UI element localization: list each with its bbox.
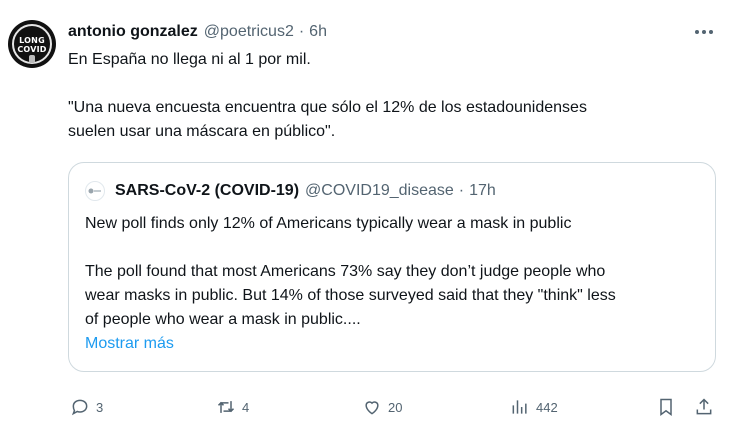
header-separator: · <box>298 23 305 40</box>
quoted-tweet[interactable]: SARS-CoV-2 (COVID-19) @COVID19_disease ·… <box>68 162 716 372</box>
retweet-button[interactable]: 4 <box>216 394 249 420</box>
quoted-text-line: wear masks in public. But 14% of those s… <box>85 287 616 304</box>
reply-icon <box>71 399 88 416</box>
author-avatar[interactable]: LONG COVID <box>8 20 56 68</box>
quoted-author-handle: @COVID19_disease <box>305 182 454 199</box>
reply-button[interactable]: 3 <box>70 394 103 420</box>
quoted-header-separator: · <box>458 182 465 199</box>
logo-icon <box>88 188 101 194</box>
share-icon <box>696 398 712 415</box>
tweet-text-line: "Una nueva encuesta encuentra que sólo e… <box>68 99 587 116</box>
tweet-header: antonio gonzalez @poetricus2 · 6h <box>68 20 327 44</box>
avatar-text-bottom: COVID <box>17 45 47 54</box>
action-bar: 3 4 20 442 <box>0 394 738 420</box>
author-handle[interactable]: @poetricus2 <box>204 23 294 41</box>
quoted-text-line: New poll finds only 12% of Americans typ… <box>85 215 572 232</box>
author-name[interactable]: antonio gonzalez <box>68 23 198 41</box>
quoted-text-line: The poll found that most Americans 73% s… <box>85 263 606 280</box>
views-icon <box>512 400 527 414</box>
more-horizontal-icon <box>695 30 713 34</box>
tweet-text-line: En España no llega ni al 1 por mil. <box>68 51 311 68</box>
bookmark-button[interactable] <box>656 394 676 420</box>
reply-count: 3 <box>96 399 104 415</box>
retweet-count: 4 <box>242 399 250 415</box>
views-button[interactable]: 442 <box>510 394 558 420</box>
quoted-tweet-time: 17h <box>469 182 496 199</box>
quoted-tweet-header: SARS-CoV-2 (COVID-19) @COVID19_disease ·… <box>85 180 496 202</box>
views-count: 442 <box>536 399 558 415</box>
ribbon-icon <box>29 55 35 63</box>
quoted-author-name: SARS-CoV-2 (COVID-19) <box>115 182 300 199</box>
tweet[interactable]: LONG COVID antonio gonzalez @poetricus2 … <box>0 0 738 436</box>
avatar-text-top: LONG <box>19 36 45 45</box>
tweet-text: En España no llega ni al 1 por mil. "Una… <box>68 48 718 144</box>
share-button[interactable] <box>694 394 714 420</box>
show-more-link[interactable]: Mostrar más <box>85 332 705 356</box>
retweet-icon <box>217 401 235 413</box>
bookmark-icon <box>660 398 672 416</box>
like-count: 20 <box>388 399 403 415</box>
more-options-button[interactable] <box>692 22 716 42</box>
like-button[interactable]: 20 <box>362 394 402 420</box>
quoted-text-line: of people who wear a mask in public.... <box>85 311 361 328</box>
tweet-time[interactable]: 6h <box>309 23 327 41</box>
quoted-author-avatar <box>85 181 105 201</box>
tweet-text-line: suelen usar una máscara en público". <box>68 123 336 140</box>
quoted-tweet-text: New poll finds only 12% of Americans typ… <box>85 212 705 356</box>
heart-icon <box>365 401 379 415</box>
